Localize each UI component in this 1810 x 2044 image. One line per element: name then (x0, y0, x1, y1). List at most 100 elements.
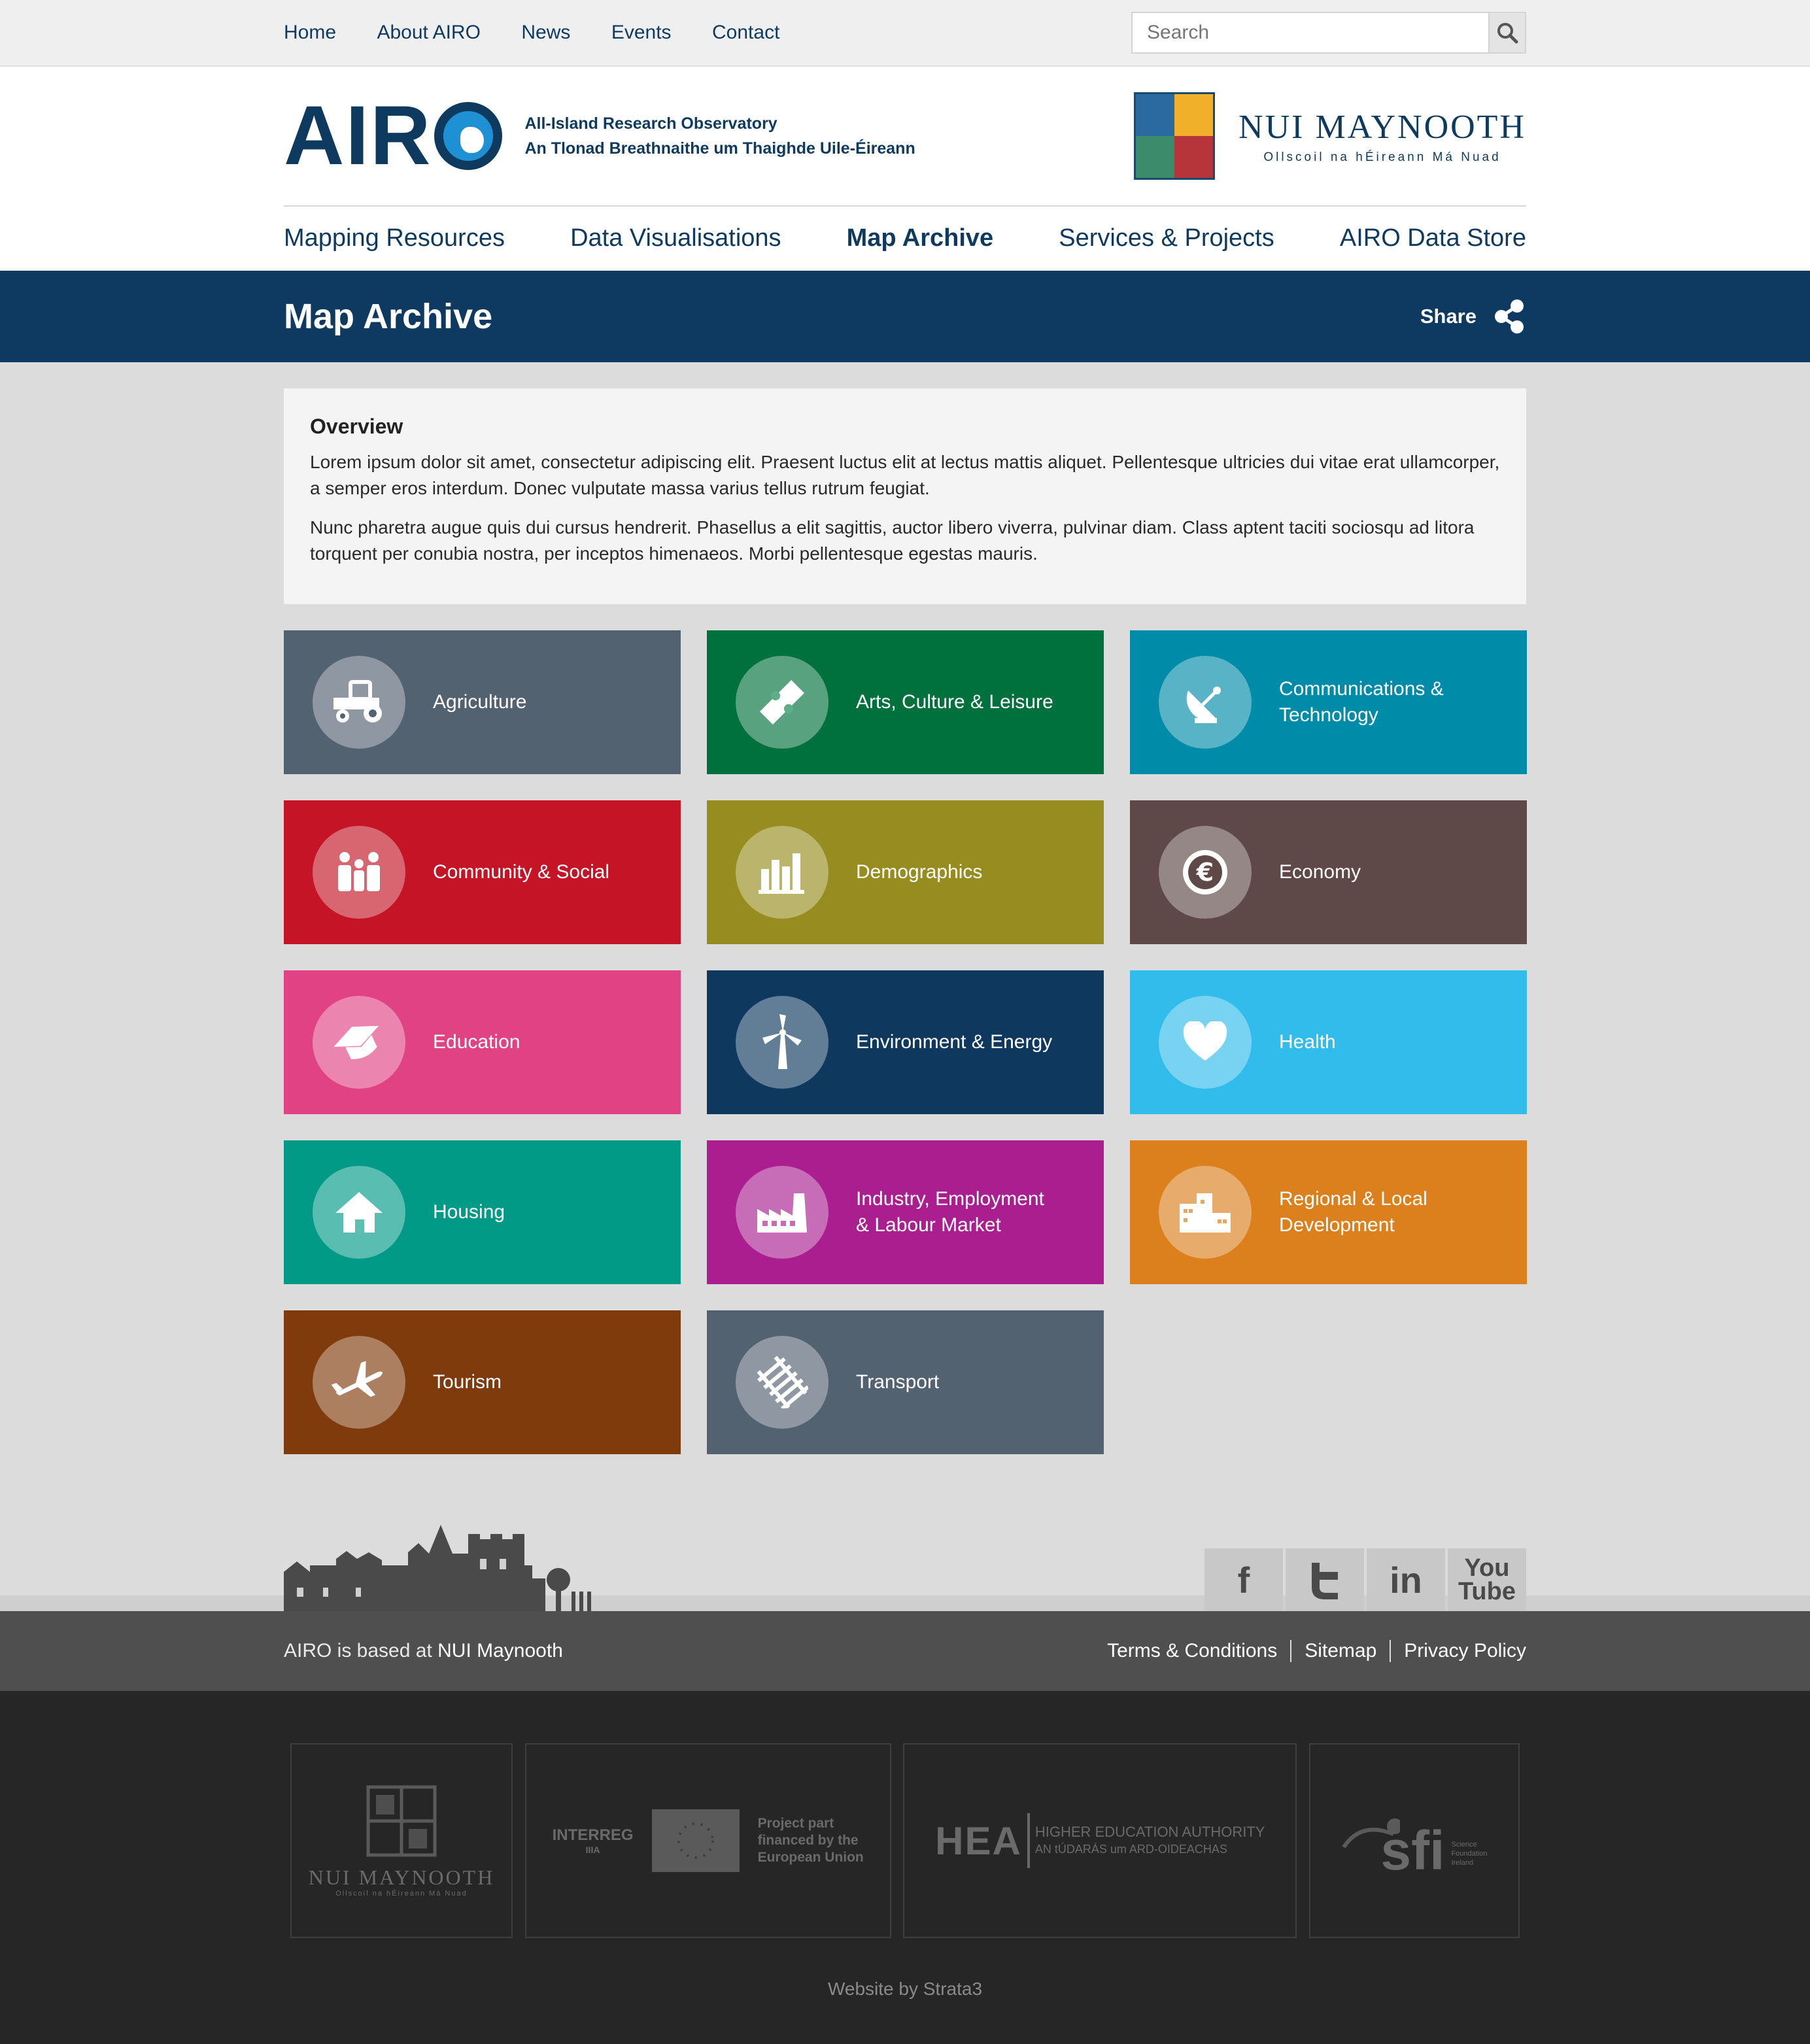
main-nav-data-visualisations[interactable]: Data Visualisations (570, 224, 781, 252)
top-nav-events[interactable]: Events (611, 22, 672, 43)
sfi-logo-text: sfi (1380, 1819, 1445, 1881)
category-label: Demographics (856, 861, 983, 883)
search-icon (1497, 23, 1518, 44)
euro-icon: € (1159, 826, 1252, 919)
category-label: Economy (1279, 861, 1361, 883)
footer-partners-area: NUI MAYNOOTH Ollscoil na hÉireann Má Nua… (0, 1691, 1810, 2044)
footer-nuim-link[interactable]: NUI Maynooth (437, 1640, 563, 1661)
sfi-sub-text: Science (1451, 1841, 1477, 1848)
category-tile-demographics[interactable]: Demographics (707, 800, 1104, 944)
category-tile-industry-employment[interactable]: Industry, Employment & Labour Market (707, 1140, 1104, 1284)
share-button[interactable]: Share (1420, 298, 1526, 335)
footer-top: f in You Tube (284, 1454, 1526, 1611)
social-links: f in You Tube (1202, 1548, 1526, 1611)
category-tile-arts-culture-leisure[interactable]: Arts, Culture & Leisure (707, 630, 1104, 774)
top-nav-home[interactable]: Home (284, 22, 336, 43)
category-tile-agriculture[interactable]: Agriculture (284, 630, 681, 774)
tractor-icon (313, 656, 405, 749)
wind-turbine-icon (736, 996, 828, 1089)
university-crest-icon (1134, 92, 1216, 180)
category-label: Tourism (433, 1371, 502, 1393)
factory-icon (736, 1166, 828, 1259)
search-input[interactable] (1133, 13, 1488, 52)
category-tile-communications-technology[interactable]: Communications & Technology (1130, 630, 1527, 774)
category-label: Education (433, 1031, 521, 1053)
search-button[interactable] (1488, 13, 1525, 52)
category-tile-regional-local-development[interactable]: Regional & Local Development (1130, 1140, 1527, 1284)
top-nav: Home About AIRO News Events Contact (284, 22, 817, 44)
airo-tagline: All-Island Research Observatory An Tlona… (524, 111, 915, 161)
university-subtitle: Ollscoil na hÉireann Má Nuad (1263, 150, 1501, 164)
category-tile-housing[interactable]: Housing (284, 1140, 681, 1284)
category-label: Health (1279, 1031, 1336, 1053)
buildings-icon (1159, 1166, 1252, 1259)
airo-logo[interactable]: AIR All-Island Research Observatory An T… (284, 94, 915, 178)
footer-based-prefix: AIRO is based at (284, 1640, 432, 1661)
nui-maynooth-logo[interactable]: NUI MAYNOOTH Ollscoil na hÉireann Má Nua… (1134, 92, 1526, 180)
category-tile-tourism[interactable]: Tourism (284, 1310, 681, 1454)
university-name: NUI MAYNOOTH (1238, 108, 1526, 146)
hea-irish-name: AN tÚDARÁS um ARD-OIDEACHAS (1034, 1843, 1227, 1856)
partner-interreg-eu[interactable]: INTERREG IIIA Project part financed by t… (524, 1743, 891, 1938)
twitter-icon[interactable] (1286, 1548, 1364, 1611)
ticket-icon (736, 656, 828, 749)
overview-paragraph: Lorem ipsum dolor sit amet, consectetur … (310, 452, 1500, 498)
category-label: Communications & Technology (1279, 678, 1444, 726)
share-icon (1495, 299, 1524, 333)
overview-paragraph: Nunc pharetra augue quis dui cursus hend… (310, 517, 1475, 564)
partner-nui-maynooth[interactable]: NUI MAYNOOTH Ollscoil na hÉireann Má Nua… (290, 1743, 513, 1938)
eu-text-line: Project part (757, 1816, 834, 1831)
main-nav-services-projects[interactable]: Services & Projects (1059, 224, 1274, 252)
facebook-icon[interactable]: f (1204, 1548, 1283, 1611)
category-label: Transport (856, 1371, 940, 1393)
category-label: Arts, Culture & Leisure (856, 691, 1053, 713)
category-tile-education[interactable]: Education (284, 970, 681, 1114)
eu-text-line: European Union (757, 1850, 864, 1865)
category-tile-community-social[interactable]: Community & Social (284, 800, 681, 944)
main-nav-mapping-resources[interactable]: Mapping Resources (284, 224, 505, 252)
graduation-cap-icon (313, 996, 405, 1089)
category-label: Industry, Employment & Labour Market (856, 1188, 1044, 1236)
share-label: Share (1420, 305, 1477, 328)
footer-link-sitemap[interactable]: Sitemap (1290, 1640, 1390, 1662)
search-box (1131, 12, 1526, 54)
footer-based-text: AIRO is based at NUI Maynooth (284, 1640, 563, 1662)
house-icon (313, 1166, 405, 1259)
category-grid: Agriculture Arts, Culture & Leisure Comm… (284, 630, 1527, 1454)
top-nav-contact[interactable]: Contact (712, 22, 779, 43)
people-icon (313, 826, 405, 919)
hea-divider (1027, 1813, 1030, 1868)
website-credit[interactable]: Website by Strata3 (284, 1979, 1526, 2000)
category-tile-health[interactable]: Health (1130, 970, 1527, 1114)
hea-full-name: HIGHER EDUCATION AUTHORITY (1034, 1824, 1265, 1840)
railway-icon (736, 1336, 828, 1429)
bar-chart-icon (736, 826, 828, 919)
partner-nuim-sub: Ollscoil na hÉireann Má Nuad (335, 1889, 468, 1898)
category-label: Housing (433, 1201, 505, 1223)
footer-link-privacy[interactable]: Privacy Policy (1390, 1640, 1526, 1662)
category-label: Regional & Local Development (1279, 1188, 1427, 1236)
main-nav-data-store[interactable]: AIRO Data Store (1340, 224, 1526, 252)
svg-text:€: € (1196, 858, 1214, 887)
top-utility-bar: Home About AIRO News Events Contact (0, 0, 1810, 67)
footer-bar: AIRO is based at NUI Maynooth Terms & Co… (0, 1611, 1810, 1691)
eu-flag-icon (651, 1809, 740, 1872)
airo-logo-text: AIR (284, 89, 432, 182)
footer-link-terms[interactable]: Terms & Conditions (1107, 1640, 1290, 1662)
hea-logo-text: HEA (935, 1818, 1022, 1863)
top-nav-about[interactable]: About AIRO (377, 22, 480, 43)
category-tile-environment-energy[interactable]: Environment & Energy (707, 970, 1104, 1114)
partner-sfi[interactable]: sfi Science Foundation Ireland (1308, 1743, 1520, 1938)
main-nav-map-archive[interactable]: Map Archive (847, 224, 994, 252)
main-nav: Mapping Resources Data Visualisations Ma… (0, 205, 1810, 271)
page-title-bar: Map Archive Share (0, 271, 1810, 362)
category-label: Community & Social (433, 861, 610, 883)
youtube-icon[interactable]: You Tube (1448, 1548, 1526, 1611)
top-nav-news[interactable]: News (521, 22, 570, 43)
linkedin-icon[interactable]: in (1367, 1548, 1445, 1611)
category-tile-economy[interactable]: € Economy (1130, 800, 1527, 944)
category-tile-transport[interactable]: Transport (707, 1310, 1104, 1454)
satellite-dish-icon (1159, 656, 1252, 749)
globe-icon (434, 102, 503, 170)
partner-hea[interactable]: HEA HIGHER EDUCATION AUTHORITY AN tÚDARÁ… (903, 1743, 1297, 1938)
